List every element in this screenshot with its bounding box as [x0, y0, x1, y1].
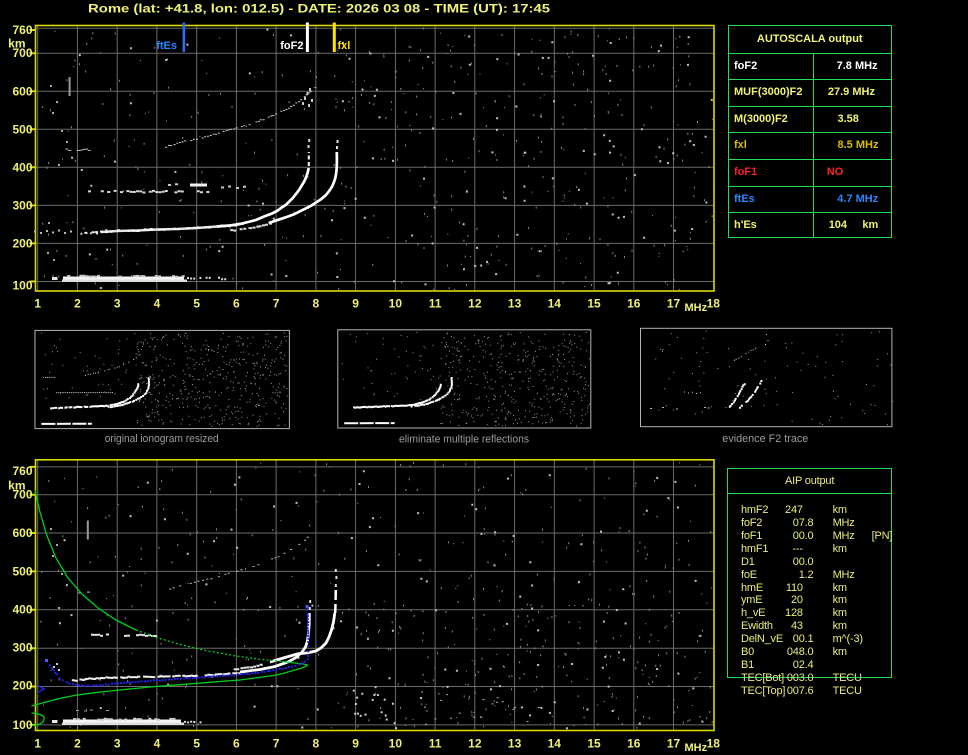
svg-text:original ionogram resized: original ionogram resized — [105, 433, 219, 445]
svg-text:12: 12 — [468, 737, 482, 751]
svg-text:Rome (lat: +41.8, lon: 012.5): Rome (lat: +41.8, lon: 012.5) - DATE: 20… — [88, 4, 551, 16]
svg-text:7: 7 — [273, 297, 280, 311]
svg-text:100: 100 — [12, 718, 32, 732]
svg-text:18: 18 — [707, 297, 721, 311]
svg-text:10: 10 — [389, 737, 403, 751]
svg-text:11: 11 — [429, 737, 442, 751]
svg-text:300: 300 — [12, 641, 32, 655]
svg-text:400: 400 — [12, 602, 32, 616]
svg-text:3: 3 — [114, 737, 121, 751]
svg-text:evidence F2 trace: evidence F2 trace — [722, 433, 808, 445]
svg-text:760: 760 — [12, 464, 32, 478]
svg-text:8: 8 — [313, 297, 320, 311]
svg-text:13: 13 — [508, 737, 522, 751]
svg-text:10: 10 — [389, 297, 403, 311]
svg-text:500: 500 — [12, 122, 32, 136]
svg-text:16: 16 — [627, 737, 641, 751]
svg-text:7: 7 — [273, 737, 280, 751]
svg-text:2: 2 — [74, 737, 81, 751]
svg-text:200: 200 — [12, 237, 32, 251]
svg-text:500: 500 — [12, 564, 32, 578]
svg-text:km: km — [8, 479, 25, 493]
svg-text:9: 9 — [352, 297, 359, 311]
svg-text:3: 3 — [114, 297, 121, 311]
svg-text:100: 100 — [12, 278, 32, 292]
svg-text:760: 760 — [12, 23, 32, 37]
svg-text:ftEs: ftEs — [156, 40, 177, 52]
svg-text:km: km — [8, 37, 25, 51]
svg-text:5: 5 — [193, 297, 200, 311]
svg-text:14: 14 — [548, 297, 562, 311]
svg-text:5: 5 — [193, 737, 200, 751]
svg-text:foF2: foF2 — [280, 40, 303, 52]
svg-text:16: 16 — [627, 297, 641, 311]
svg-text:4: 4 — [154, 297, 161, 311]
svg-text:1: 1 — [34, 297, 41, 311]
svg-text:14: 14 — [548, 737, 562, 751]
svg-text:4: 4 — [154, 737, 161, 751]
svg-text:1: 1 — [34, 737, 41, 751]
svg-text:9: 9 — [352, 737, 359, 751]
svg-text:2: 2 — [74, 297, 81, 311]
svg-text:15: 15 — [587, 737, 601, 751]
svg-text:300: 300 — [12, 198, 32, 212]
svg-text:6: 6 — [233, 297, 240, 311]
svg-text:200: 200 — [12, 679, 32, 693]
svg-text:400: 400 — [12, 160, 32, 174]
svg-text:17: 17 — [667, 297, 681, 311]
svg-text:13: 13 — [508, 297, 522, 311]
svg-text:MHz: MHz — [685, 302, 708, 314]
svg-text:600: 600 — [12, 526, 32, 540]
svg-text:600: 600 — [12, 84, 32, 98]
svg-text:MHz: MHz — [685, 742, 708, 754]
svg-text:12: 12 — [468, 297, 482, 311]
svg-text:fxl: fxl — [338, 40, 351, 52]
svg-text:15: 15 — [587, 297, 601, 311]
svg-text:8: 8 — [313, 737, 320, 751]
svg-text:18: 18 — [707, 737, 721, 751]
svg-text:17: 17 — [667, 737, 681, 751]
svg-text:6: 6 — [233, 737, 240, 751]
svg-text:11: 11 — [429, 297, 442, 311]
svg-text:eliminate multiple reflections: eliminate multiple reflections — [399, 434, 529, 446]
